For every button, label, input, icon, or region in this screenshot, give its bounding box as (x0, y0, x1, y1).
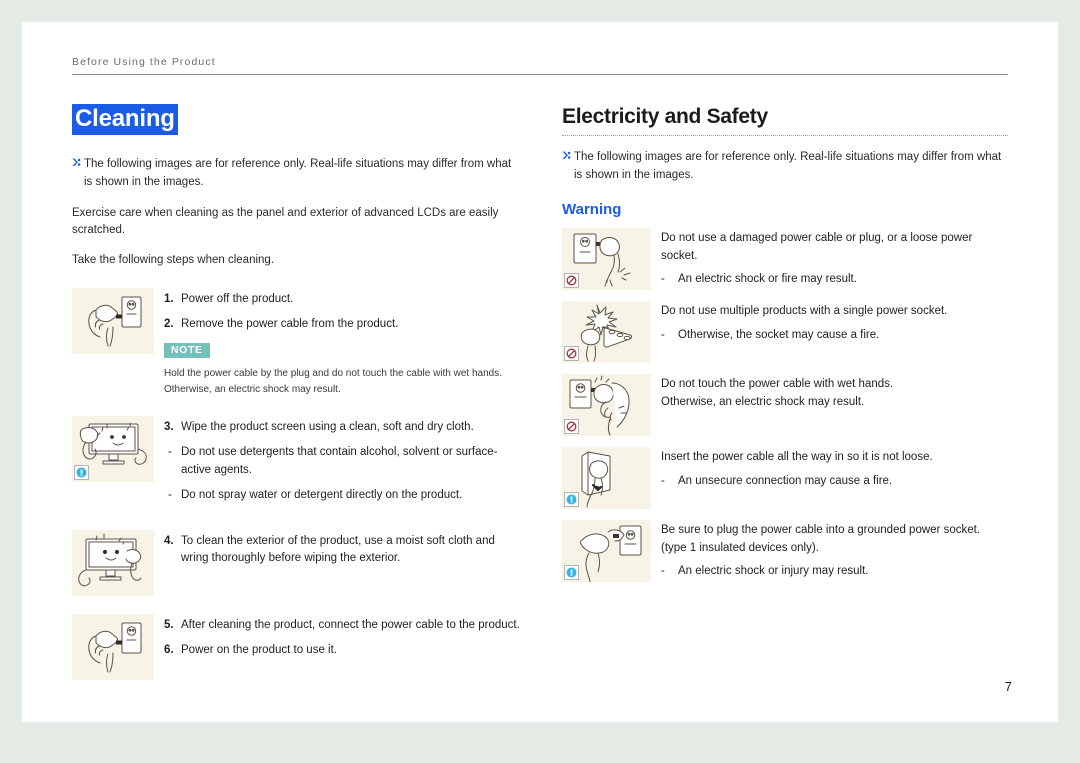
warning-item-body: Do not touch the power cable with wet ha… (661, 374, 1008, 436)
step-line: 4. To clean the exterior of the product,… (164, 533, 522, 568)
step-marker: 5. (164, 619, 174, 632)
cleaning-step-group-2: 3. Wipe the product screen using a clean… (72, 416, 522, 512)
warning-item-body: Insert the power cable all the way in so… (661, 447, 1008, 509)
cleaning-paragraph-2: Take the following steps when cleaning. (72, 254, 275, 267)
step-text: Remove the power cable from the product. (181, 317, 399, 330)
warning-item-head: Insert the power cable all the way in so… (661, 450, 933, 463)
step-text: After cleaning the product, connect the … (181, 619, 520, 632)
header-divider (72, 74, 1008, 75)
warning-item-head: Be sure to plug the power cable into a g… (661, 523, 981, 554)
step-line: - Do not use detergents that contain alc… (164, 444, 522, 479)
dash-marker: - (661, 273, 665, 286)
illustration-cloth-wiping-screen (72, 416, 154, 483)
step-line: 6. Power on the product to use it. (164, 642, 522, 659)
cleaning-step-group-1-body: 1. Power off the product. 2. Remove the … (164, 288, 522, 399)
step-line: 1. Power off the product. (164, 291, 522, 308)
reference-notice-right: The following images are for reference o… (562, 149, 1008, 185)
dash-marker: - (661, 565, 665, 578)
reference-notice-right-text: The following images are for reference o… (574, 151, 1002, 181)
step-text: Do not use detergents that contain alcoh… (181, 446, 498, 476)
document-page: Before Using the Product Cleaning The fo… (22, 22, 1058, 722)
prohibited-badge-icon (564, 272, 579, 288)
cleaning-step-group-4-body: 5. After cleaning the product, connect t… (164, 614, 522, 680)
page-number: 7 (1004, 679, 1012, 694)
info-badge-icon (74, 465, 89, 481)
info-badge-icon (564, 491, 579, 507)
cleaning-paragraph-1: Exercise care when cleaning as the panel… (72, 206, 499, 237)
warning-item-body: Do not use a damaged power cable or plug… (661, 228, 1008, 290)
cleaning-step-group-2-body: 3. Wipe the product screen using a clean… (164, 416, 522, 512)
step-line: 2. Remove the power cable from the produ… (164, 316, 522, 333)
warning-item-head: Do not use multiple products with a sing… (661, 304, 948, 317)
warning-item-sub: - An electric shock or fire may result. (661, 271, 1008, 288)
step-marker: 6. (164, 644, 174, 657)
warning-item: Be sure to plug the power cable into a g… (562, 519, 1008, 582)
step-marker: 2. (164, 317, 174, 330)
warning-item-sub: - An electric shock or injury may result… (661, 563, 1008, 580)
illustration-damaged-plug-loose-socket (562, 227, 651, 290)
cleaning-step-group-4: 5. After cleaning the product, connect t… (72, 614, 522, 681)
note-line-1: Hold the power cable by the plug and do … (164, 368, 503, 380)
left-column: Cleaning The following images are for re… (72, 104, 522, 681)
step-marker: 3. (164, 421, 174, 434)
step-marker: 1. (164, 292, 174, 305)
warning-item: Do not use multiple products with a sing… (562, 300, 1008, 363)
prohibited-badge-icon (564, 345, 579, 361)
warning-item-sub-text: An unsecure connection may cause a fire. (678, 474, 893, 487)
step-text: Power off the product. (181, 292, 294, 305)
note-block: NOTE Hold the power cable by the plug an… (164, 339, 522, 398)
illustration-multiple-plugs-power-strip (562, 300, 651, 363)
page-title-cleaning: Cleaning (72, 104, 178, 136)
warning-item-sub: - An unsecure connection may cause a fir… (661, 473, 1008, 490)
chevron-bullet-icon (72, 156, 84, 192)
step-line: 5. After cleaning the product, connect t… (164, 617, 522, 634)
cleaning-step-group-3: 4. To clean the exterior of the product,… (72, 530, 522, 597)
info-badge-icon (564, 564, 579, 580)
warning-item-body: Do not use multiple products with a sing… (661, 301, 1008, 363)
section-title-divider (562, 135, 1008, 137)
step-marker: - (168, 488, 172, 501)
step-line: 3. Wipe the product screen using a clean… (164, 419, 522, 436)
prohibited-badge-icon (564, 418, 579, 434)
step-marker: - (168, 446, 172, 459)
warning-item-sub: - Otherwise, the socket may cause a fire… (661, 327, 1008, 344)
illustration-hand-plugging-cable (72, 614, 154, 681)
warning-item-head: Do not use a damaged power cable or plug… (661, 231, 973, 262)
running-header-title: Before Using the Product (72, 56, 216, 68)
reference-notice-left: The following images are for reference o… (72, 156, 522, 192)
warning-item-body: Be sure to plug the power cable into a g… (661, 520, 1008, 582)
warning-item-head: Do not touch the power cable with wet ha… (661, 377, 894, 408)
running-header: Before Using the Product (72, 56, 1008, 75)
warning-item-sub-text: An electric shock or fire may result. (678, 273, 857, 286)
illustration-plug-into-grounded-socket (562, 519, 651, 582)
reference-notice-left-text: The following images are for reference o… (84, 158, 512, 189)
illustration-hand-wiping-exterior (72, 530, 154, 597)
step-text: Power on the product to use it. (181, 644, 337, 657)
warning-item: Do not touch the power cable with wet ha… (562, 373, 1008, 436)
warning-item: Insert the power cable all the way in so… (562, 446, 1008, 509)
dash-marker: - (661, 328, 665, 341)
warning-item-sub-text: Otherwise, the socket may cause a fire. (678, 328, 880, 341)
subsection-title-warning: Warning (562, 200, 622, 218)
note-badge: NOTE (164, 343, 210, 359)
step-text: Do not spray water or detergent directly… (181, 488, 463, 501)
section-title-electricity-and-safety: Electricity and Safety (562, 105, 768, 128)
illustration-wet-hand-touching-cable (562, 373, 651, 436)
right-column: Electricity and Safety The following ima… (562, 104, 1008, 593)
note-line-2: Otherwise, an electric shock may result. (164, 384, 341, 396)
step-line: - Do not spray water or detergent direct… (164, 487, 522, 504)
cleaning-heading-wrap: Cleaning (72, 104, 522, 136)
illustration-hand-unplugging-cable (72, 287, 154, 354)
dash-marker: - (661, 474, 665, 487)
cleaning-step-group-3-body: 4. To clean the exterior of the product,… (164, 530, 522, 596)
illustration-plug-inserted-fully (562, 446, 651, 509)
warning-item: Do not use a damaged power cable or plug… (562, 227, 1008, 290)
cleaning-step-group-1: 1. Power off the product. 2. Remove the … (72, 287, 522, 399)
step-marker: 4. (164, 535, 174, 548)
chevron-bullet-icon (562, 149, 574, 185)
warning-item-sub-text: An electric shock or injury may result. (678, 565, 869, 578)
step-text: To clean the exterior of the product, us… (181, 535, 495, 565)
step-text: Wipe the product screen using a clean, s… (181, 421, 474, 434)
